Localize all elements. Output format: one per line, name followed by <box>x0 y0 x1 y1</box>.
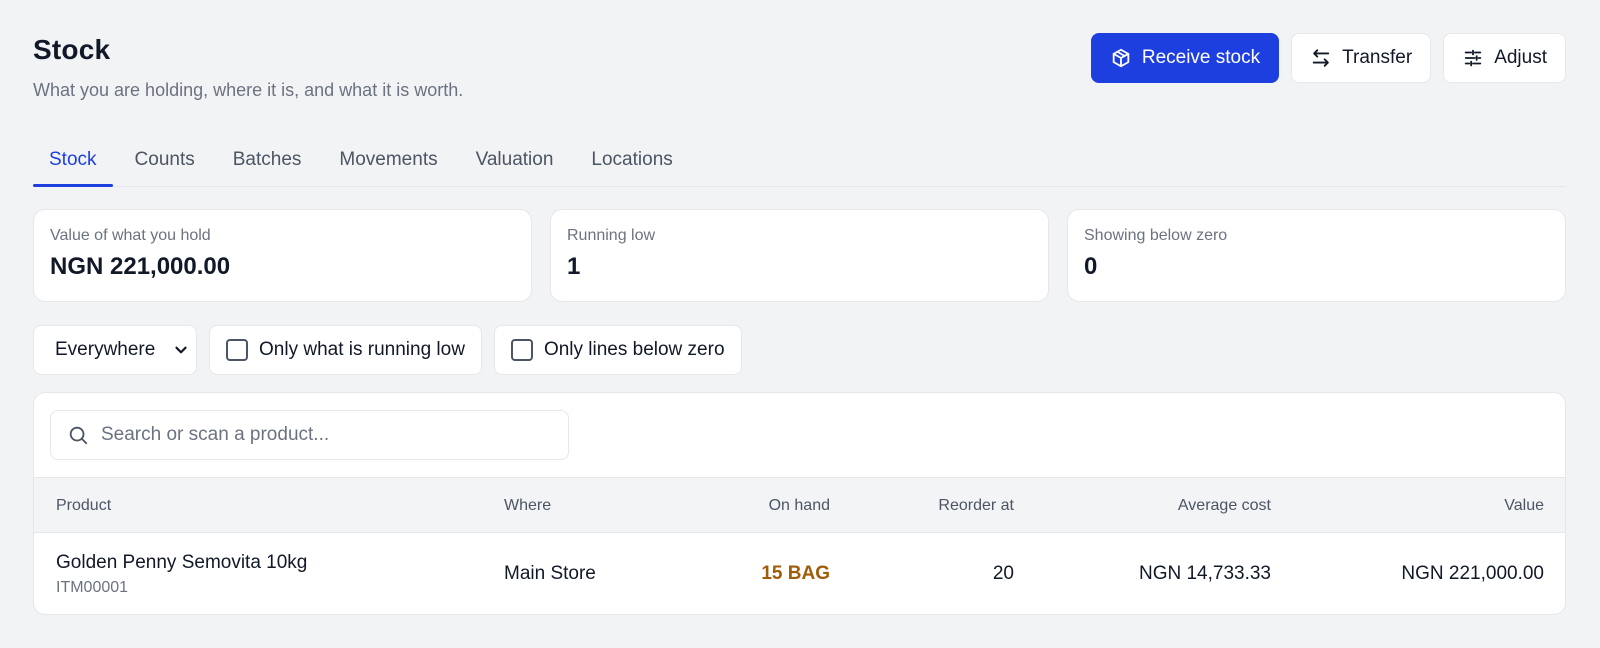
stock-table-card: Product Where On hand Reorder at Average… <box>33 392 1566 615</box>
summary-label: Value of what you hold <box>50 227 211 244</box>
product-name[interactable]: Golden Penny Semovita 10kg <box>56 552 307 574</box>
below-zero-filter[interactable]: Only lines below zero <box>493 325 742 375</box>
page-title: Stock <box>33 34 111 65</box>
cell-average-cost: NGN 14,733.33 <box>1138 563 1271 584</box>
summary-cards: Value of what you hold NGN 221,000.00 Ru… <box>33 209 1566 302</box>
sliders-icon <box>1464 49 1482 67</box>
chevron-down-icon <box>175 346 187 354</box>
summary-value: 0 <box>1084 253 1098 280</box>
column-header-value[interactable]: Value <box>1504 478 1544 533</box>
tab-valuation[interactable]: Valuation <box>460 140 570 186</box>
transfer-label: Transfer <box>1342 47 1413 68</box>
cell-where: Main Store <box>504 563 596 584</box>
column-header-average-cost[interactable]: Average cost <box>1178 478 1271 533</box>
below-zero-label: Only lines below zero <box>543 339 725 360</box>
tab-movements[interactable]: Movements <box>323 140 453 186</box>
search-box[interactable] <box>50 410 569 460</box>
tab-bar: Stock Counts Batches Movements Valuation… <box>33 140 1566 187</box>
summary-card-below-zero: Showing below zero 0 <box>1067 209 1566 302</box>
tab-batches[interactable]: Batches <box>217 140 318 186</box>
tab-locations[interactable]: Locations <box>575 140 688 186</box>
column-header-where[interactable]: Where <box>504 478 551 533</box>
below-zero-checkbox[interactable] <box>510 339 533 361</box>
table-row[interactable]: Golden Penny Semovita 10kg ITM00001 Main… <box>34 533 1565 614</box>
column-header-product[interactable]: Product <box>56 478 111 533</box>
running-low-label: Only what is running low <box>259 339 465 360</box>
column-header-reorder-at[interactable]: Reorder at <box>938 478 1014 533</box>
search-input[interactable] <box>101 424 521 446</box>
cell-value: NGN 221,000.00 <box>1401 563 1544 584</box>
running-low-filter[interactable]: Only what is running low <box>209 325 482 375</box>
location-select-value: Everywhere <box>55 339 156 360</box>
cell-on-hand: 15 BAG <box>761 563 830 584</box>
page-header: Stock What you are holding, where it is,… <box>33 34 463 101</box>
tab-counts[interactable]: Counts <box>119 140 211 186</box>
running-low-checkbox[interactable] <box>226 339 248 361</box>
package-plus-icon <box>1112 48 1130 68</box>
adjust-label: Adjust <box>1494 47 1547 68</box>
filter-bar: Everywhere Only what is running low Only… <box>33 325 742 375</box>
transfer-button[interactable]: Transfer <box>1291 33 1432 83</box>
product-sku: ITM00001 <box>56 579 129 596</box>
receive-stock-button[interactable]: Receive stock <box>1090 33 1280 83</box>
location-select[interactable]: Everywhere <box>33 325 197 375</box>
search-icon <box>69 426 88 445</box>
cell-reorder-at: 20 <box>992 563 1014 584</box>
summary-value: NGN 221,000.00 <box>50 253 231 280</box>
page-subtitle: What you are holding, where it is, and w… <box>33 80 464 100</box>
adjust-button[interactable]: Adjust <box>1443 33 1566 83</box>
summary-label: Running low <box>567 227 656 244</box>
summary-card-value: Value of what you hold NGN 221,000.00 <box>33 209 532 302</box>
summary-card-running-low: Running low 1 <box>550 209 1049 302</box>
header-actions: Receive stock Transfer Adjust <box>1090 33 1566 83</box>
table-header: Product Where On hand Reorder at Average… <box>34 477 1565 533</box>
receive-stock-label: Receive stock <box>1141 47 1261 68</box>
column-header-on-hand[interactable]: On hand <box>769 478 830 533</box>
summary-value: 1 <box>567 253 581 280</box>
tab-stock[interactable]: Stock <box>33 140 113 187</box>
summary-label: Showing below zero <box>1084 227 1228 244</box>
arrows-left-right-icon <box>1312 49 1330 67</box>
